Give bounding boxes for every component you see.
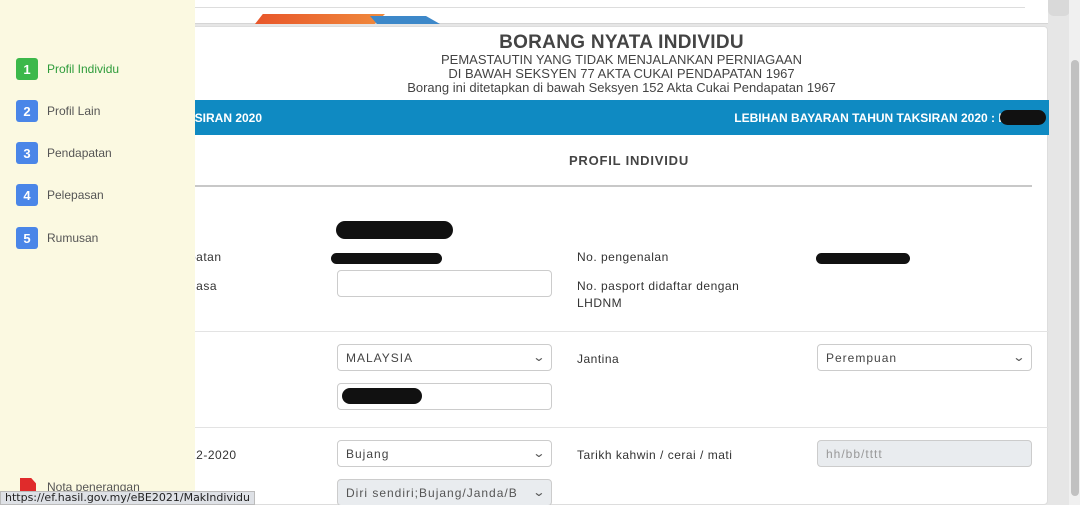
sidebar-item-label: Profil Individu	[47, 62, 120, 76]
form-subtitle-1: PEMASTAUTIN YANG TIDAK MENJALANKAN PERNI…	[441, 52, 802, 67]
label-no-pengenalan: No. pengenalan	[577, 250, 669, 264]
redacted-input-value	[342, 388, 422, 404]
text-input-2[interactable]	[337, 383, 552, 410]
heading-divider	[186, 185, 1032, 187]
label-no-pasport: No. pasport didaftar dengan LHDNM	[577, 279, 740, 310]
form-title: BORANG NYATA INDIVIDU	[499, 32, 744, 53]
step-number: 2	[16, 100, 38, 122]
marital-status-select[interactable]: Bujang ⌄	[337, 440, 552, 467]
chevron-down-icon: ⌄	[532, 485, 547, 499]
country-value: MALAYSIA	[346, 351, 414, 365]
form-subtitle-2: DI BAWAH SEKSYEN 77 AKTA CUKAI PENDAPATA…	[448, 66, 795, 81]
gender-value: Perempuan	[826, 351, 898, 365]
row-divider-1	[186, 331, 1049, 332]
section-heading: PROFIL INDIVIDU	[568, 153, 690, 168]
sidebar-item-label: Profil Lain	[47, 104, 101, 118]
form-title-block: BORANG NYATA INDIVIDU PEMASTAUTIN YANG T…	[186, 33, 1047, 95]
date-placeholder: hh/bb/tttt	[826, 447, 883, 461]
step-number: 1	[16, 58, 38, 80]
date-input[interactable]: hh/bb/tttt	[817, 440, 1032, 467]
redacted-value-1	[331, 253, 442, 264]
form-subtitle-3: Borang ini ditetapkan di bawah Seksyen 1…	[407, 80, 836, 95]
sidebar-step-profil-individu[interactable]: 1 Profil Individu	[16, 58, 119, 80]
sidebar-step-rumusan[interactable]: 5 Rumusan	[16, 227, 98, 249]
sidebar: 1 Profil Individu 2 Profil Lain 3 Pendap…	[0, 0, 195, 505]
sidebar-step-pelepasan[interactable]: 4 Pelepasan	[16, 184, 104, 206]
sidebar-step-profil-lain[interactable]: 2 Profil Lain	[16, 100, 100, 122]
sidebar-item-label: Rumusan	[47, 231, 99, 245]
top-right-tab[interactable]	[1048, 0, 1070, 16]
step-number: 5	[16, 227, 38, 249]
gender-select[interactable]: Perempuan ⌄	[817, 344, 1032, 371]
status-bar-url: https://ef.hasil.gov.my/eBE2021/MakIndiv…	[0, 491, 255, 505]
chevron-down-icon: ⌄	[532, 446, 547, 460]
redacted-id-number	[816, 253, 910, 264]
text-input-1[interactable]	[337, 270, 552, 297]
chevron-down-icon: ⌄	[532, 350, 547, 364]
step-number: 3	[16, 142, 38, 164]
status-select[interactable]: Diri sendiri;Bujang/Janda/B ⌄	[337, 479, 552, 505]
banner-inner-frame	[195, 0, 1025, 8]
step-number: 4	[16, 184, 38, 206]
overpayment-text: LEBIHAN BAYARAN TAHUN TAKSIRAN 2020 : RM	[734, 111, 1017, 125]
redacted-amount	[1000, 110, 1046, 125]
sidebar-item-label: Pendapatan	[47, 146, 112, 160]
label-tarikh: Tarikh kahwin / cerai / mati	[577, 448, 733, 462]
banner-decoration	[255, 14, 385, 24]
marital-status-value: Bujang	[346, 447, 390, 461]
redacted-name	[336, 221, 453, 239]
sidebar-step-pendapatan[interactable]: 3 Pendapatan	[16, 142, 112, 164]
assessment-year-text: KSIRAN 2020	[186, 111, 263, 125]
scrollbar-thumb[interactable]	[1071, 60, 1079, 496]
form-card: BORANG NYATA INDIVIDU PEMASTAUTIN YANG T…	[185, 26, 1049, 505]
label-jantina: Jantina	[577, 352, 620, 366]
status-value: Diri sendiri;Bujang/Janda/B	[346, 486, 518, 500]
country-select[interactable]: MALAYSIA ⌄	[337, 344, 552, 371]
chevron-down-icon: ⌄	[1012, 350, 1027, 364]
assessment-info-bar: KSIRAN 2020 LEBIHAN BAYARAN TAHUN TAKSIR…	[186, 100, 1049, 135]
sidebar-item-label: Pelepasan	[47, 188, 104, 202]
row-divider-2	[186, 427, 1049, 428]
label-date-fragment: 12-2020	[189, 448, 237, 462]
